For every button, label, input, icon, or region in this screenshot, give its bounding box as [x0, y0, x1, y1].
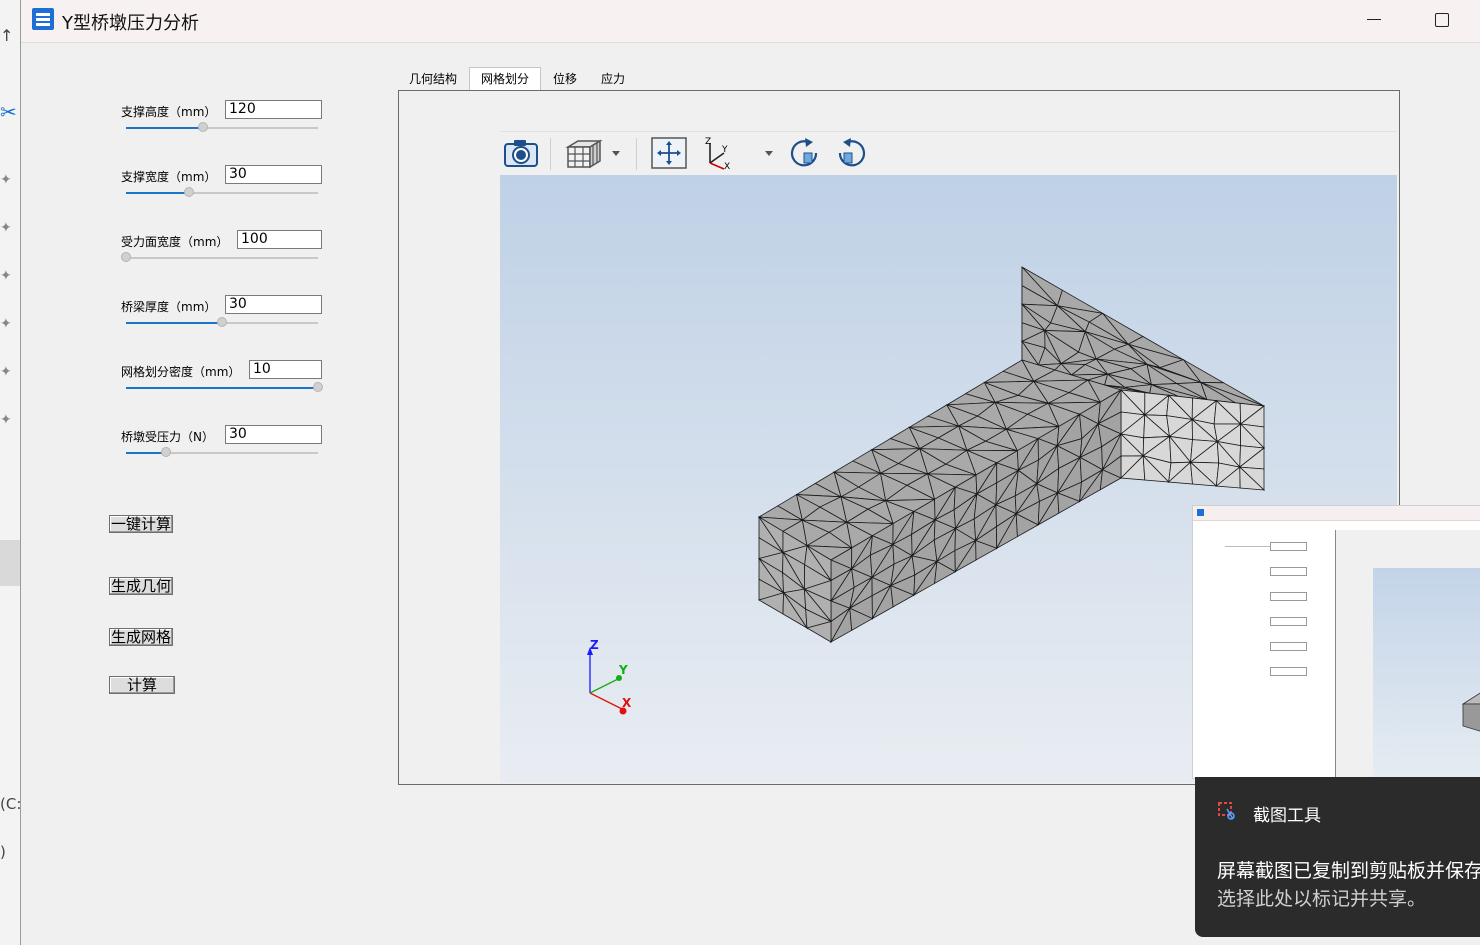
- view-cube-icon[interactable]: [564, 135, 604, 171]
- camera-icon[interactable]: [502, 135, 542, 171]
- pier-pressure-slider[interactable]: [126, 447, 318, 457]
- toolbar-separator: [636, 138, 637, 170]
- up-arrow-icon: ↑: [0, 26, 14, 45]
- notification-message: 屏幕截图已复制到剪贴板并保存: [1217, 860, 1480, 882]
- support-height-input[interactable]: [225, 100, 322, 119]
- svg-text:Z: Z: [705, 137, 711, 147]
- fit-all-icon[interactable]: [650, 135, 688, 171]
- slider-thumb[interactable]: [161, 447, 172, 457]
- support-height-slider[interactable]: [126, 122, 318, 132]
- snipping-tool-icon: [1218, 802, 1235, 820]
- notification-subtext: 选择此处以标记并共享。: [1217, 888, 1427, 910]
- compute-button[interactable]: 计算: [109, 676, 175, 694]
- svg-text:Y: Y: [721, 145, 728, 155]
- one-click-compute-button[interactable]: 一键计算: [109, 515, 174, 533]
- support-width-input[interactable]: [225, 165, 322, 184]
- axis-triad: Z Y X: [587, 639, 632, 715]
- param-label: 受力面宽度（mm）: [121, 235, 229, 249]
- tab-mesh[interactable]: 网格划分: [469, 67, 541, 91]
- pin-icon: ✦: [0, 412, 12, 428]
- background-app-strip: ↑ ✂ ✦ ✦ ✦ ✦ ✦ ✦ (C: ): [0, 0, 21, 945]
- screenshot-preview[interactable]: [1192, 505, 1480, 779]
- mesh-density-input[interactable]: [249, 360, 322, 379]
- slider-thumb[interactable]: [184, 187, 195, 197]
- window-title: Y型桥墩压力分析: [62, 13, 199, 34]
- slider-thumb[interactable]: [197, 122, 208, 132]
- viewer-toolbar: Z Y X: [500, 131, 1397, 176]
- beam-thickness-input[interactable]: [225, 295, 322, 314]
- maximize-button[interactable]: [1421, 0, 1463, 40]
- param-label: 网格划分密度（mm）: [121, 365, 241, 379]
- load-face-width-input[interactable]: [237, 230, 322, 249]
- param-label: 支撑高度（mm）: [121, 105, 217, 119]
- slider-thumb[interactable]: [121, 252, 131, 262]
- pin-icon: ✦: [0, 316, 12, 332]
- snipping-tool-notification[interactable]: 截图工具 屏幕截图已复制到剪贴板并保存 选择此处以标记并共享。: [1195, 777, 1480, 937]
- main-window: Y型桥墩压力分析 支撑高度（mm） 支撑宽度（mm） 受力面宽度（mm） 桥梁厚…: [20, 0, 1480, 945]
- rotate-ccw-icon[interactable]: [834, 135, 870, 171]
- axes-icon[interactable]: Z Y X: [702, 135, 736, 171]
- title-bar: Y型桥墩压力分析: [21, 0, 1480, 43]
- pier-pressure-input[interactable]: [225, 425, 322, 444]
- selected-item-highlight: [0, 540, 20, 586]
- drive-label: (C:: [0, 795, 22, 813]
- pin-icon: ✦: [0, 172, 12, 188]
- beam-thickness-slider[interactable]: [126, 317, 318, 327]
- toolbar-separator: [550, 138, 551, 170]
- pin-icon: ✦: [0, 268, 12, 284]
- chevron-down-icon[interactable]: [612, 151, 620, 156]
- drive-label-close: ): [0, 843, 6, 861]
- slider-thumb[interactable]: [217, 317, 227, 327]
- generate-geometry-button[interactable]: 生成几何: [109, 577, 174, 595]
- minimize-button[interactable]: [1353, 0, 1395, 40]
- param-label: 支撑宽度（mm）: [121, 170, 217, 184]
- param-label: 桥梁厚度（mm）: [121, 300, 217, 314]
- axis-y-label: Y: [618, 663, 628, 677]
- support-width-slider[interactable]: [126, 187, 318, 197]
- scissors-icon: ✂: [0, 100, 17, 124]
- slider-thumb[interactable]: [313, 382, 323, 392]
- param-label: 桥墩受压力（N）: [121, 430, 214, 444]
- generate-mesh-button[interactable]: 生成网格: [109, 628, 174, 646]
- pin-icon: ✦: [0, 220, 12, 236]
- rotate-cw-icon[interactable]: [786, 135, 822, 171]
- mesh-density-slider[interactable]: [126, 382, 323, 392]
- chevron-down-icon[interactable]: [765, 151, 773, 156]
- axis-x-label: X: [622, 696, 632, 710]
- app-icon: [32, 8, 54, 30]
- pin-icon: ✦: [0, 364, 12, 380]
- axis-z-label: Z: [590, 639, 599, 652]
- tab-geometry[interactable]: 几何结构: [401, 68, 465, 89]
- tab-displacement[interactable]: 位移: [545, 68, 585, 89]
- tab-stress[interactable]: 应力: [593, 68, 633, 89]
- svg-text:X: X: [724, 162, 730, 171]
- load-face-width-slider[interactable]: [121, 252, 318, 262]
- notification-app-name: 截图工具: [1253, 806, 1321, 826]
